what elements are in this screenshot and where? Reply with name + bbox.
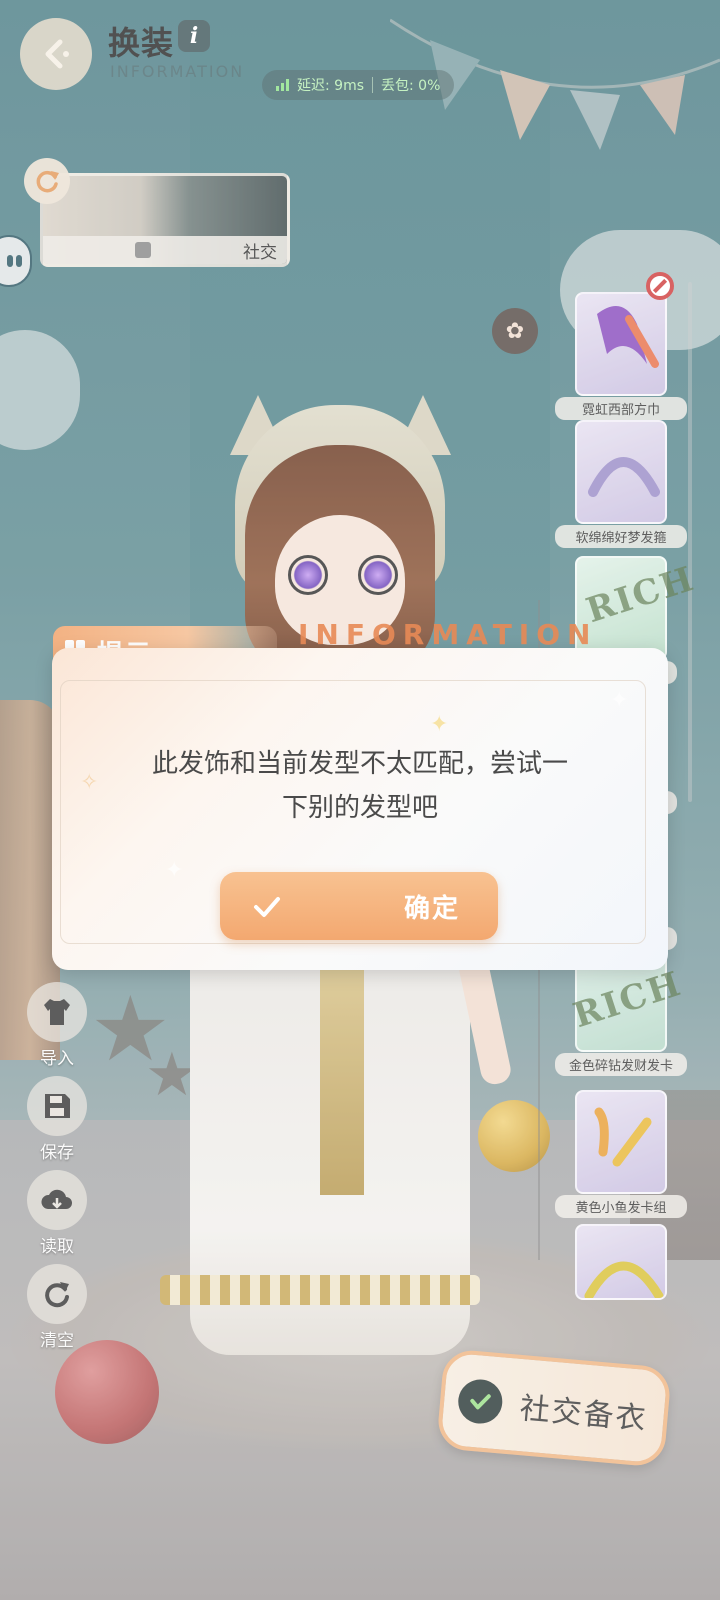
dialog-decoration-text: INFORMATION	[298, 618, 598, 651]
sparkle-icon: ✦	[165, 858, 184, 883]
check-icon	[254, 897, 280, 917]
sparkle-icon: ✧	[80, 770, 99, 795]
dialog-message: 此发饰和当前发型不太匹配，尝试一 下别的发型吧	[100, 742, 620, 830]
confirm-button[interactable]: 确定	[220, 872, 498, 940]
confirm-label: 确定	[404, 894, 461, 924]
sparkle-icon: ✦	[430, 712, 449, 737]
sparkle-icon: ✦	[610, 688, 629, 713]
dialog-message-line: 下别的发型吧	[281, 793, 438, 823]
dialog-message-line: 此发饰和当前发型不太匹配，尝试一	[151, 749, 568, 779]
